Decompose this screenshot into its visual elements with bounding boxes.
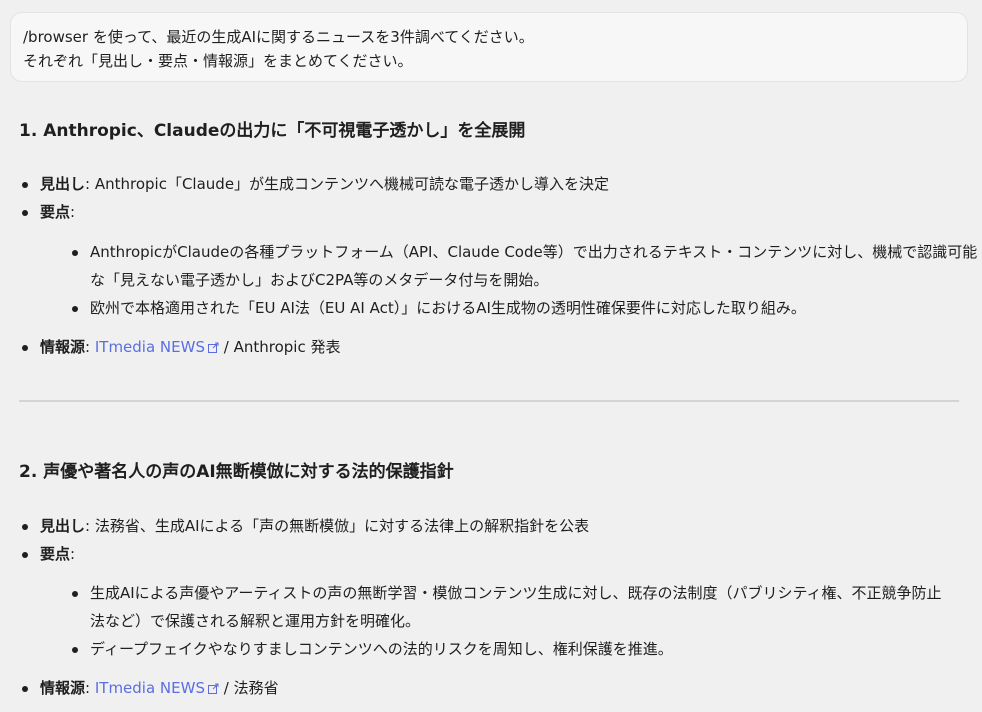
article-1-title: 1. Anthropic、Claudeの出力に「不可視電子透かし」を全展開: [19, 121, 526, 141]
headline-label: 見出し: [40, 175, 86, 193]
bullet-dot: [22, 552, 28, 558]
user-message-bubble: /browser を使って、最近の生成AIに関するニュースを3件調べてください。…: [10, 12, 968, 82]
headline-label: 見出し: [40, 517, 86, 535]
source-label: 情報源: [40, 338, 86, 356]
bullet-dot: [22, 182, 28, 188]
article-2-source-rest: / 法務省: [219, 679, 279, 697]
points-label: 要点: [40, 545, 71, 563]
article-2-headline: 法務省、生成AIによる「声の無断模倣」に対する法律上の解釈指針を公表: [90, 517, 590, 535]
bullet-dot: [22, 345, 28, 351]
external-link-icon: [208, 683, 219, 694]
source-label: 情報源: [40, 679, 86, 697]
article-2-source-link[interactable]: ITmedia NEWS: [95, 679, 219, 697]
bullet-dot: [72, 591, 78, 597]
bullet-dot: [22, 210, 28, 216]
external-link-icon: [208, 342, 219, 353]
article-1-source-link[interactable]: ITmedia NEWS: [95, 338, 219, 356]
bullet-dot: [72, 250, 78, 256]
user-message-line-1: /browser を使って、最近の生成AIに関するニュースを3件調べてください。: [23, 28, 534, 46]
bullet-dot: [72, 306, 78, 312]
chat-page: /browser を使って、最近の生成AIに関するニュースを3件調べてください。…: [0, 0, 982, 712]
article-2-title: 2. 声優や著名人の声のAI無断模倣に対する法的保護指針: [19, 462, 454, 482]
article-1-source-rest: / Anthropic 発表: [219, 338, 341, 356]
bullet-dot: [22, 524, 28, 530]
article-1-headline: Anthropic「Claude」が生成コンテンツへ機械可読な電子透かし導入を決…: [90, 175, 610, 193]
user-message-line-2: それぞれ「見出し・要点・情報源」をまとめてください。: [23, 52, 413, 70]
points-label: 要点: [40, 203, 71, 221]
bullet-dot: [72, 647, 78, 653]
section-divider: [19, 400, 959, 402]
bullet-dot: [22, 686, 28, 692]
